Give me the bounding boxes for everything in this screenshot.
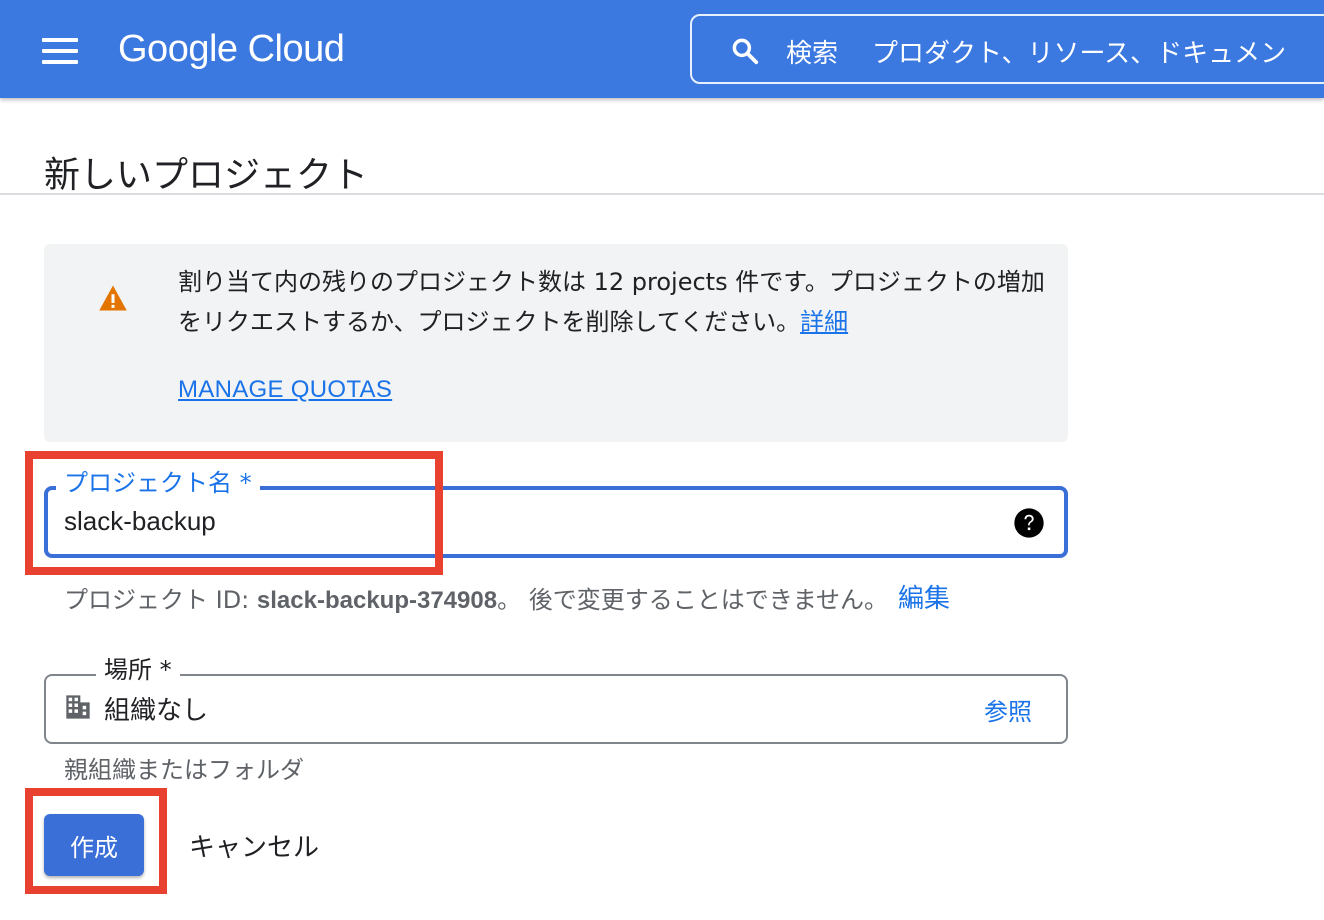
project-id-suffix: 。 後で変更することはできません。 (497, 586, 888, 614)
hamburger-menu-icon[interactable] (42, 38, 78, 64)
top-app-bar: Google Cloud 検索 プロダクト、リソース、ドキュメン (0, 0, 1324, 98)
edit-project-id-link[interactable]: 編集 (898, 578, 950, 615)
page-title: 新しいプロジェクト (44, 155, 369, 197)
project-id-prefix: プロジェクト ID: (64, 586, 257, 614)
project-name-label: プロジェクト名 * (56, 468, 260, 498)
search-bar[interactable]: 検索 プロダクト、リソース、ドキュメン (690, 14, 1324, 84)
details-link[interactable]: 詳細 (800, 308, 848, 336)
search-icon (732, 38, 759, 65)
help-icon[interactable] (1013, 507, 1045, 539)
location-helper-text: 親組織またはフォルダ (64, 756, 304, 784)
browse-location-link[interactable]: 参照 (984, 692, 1032, 727)
cancel-button[interactable]: キャンセル (174, 814, 334, 876)
header-divider (0, 193, 1324, 195)
search-label: 検索 (786, 39, 839, 69)
manage-quotas-link[interactable]: MANAGE QUOTAS (178, 376, 392, 404)
search-placeholder: プロダクト、リソース、ドキュメン (872, 39, 1287, 69)
building-icon (66, 695, 90, 719)
quota-notice: 割り当て内の残りのプロジェクト数は 12 projects 件です。プロジェクト… (44, 244, 1068, 442)
google-cloud-logo[interactable]: Google Cloud (118, 24, 345, 74)
quota-notice-text: 割り当て内の残りのプロジェクト数は 12 projects 件です。プロジェクト… (178, 262, 1058, 342)
warning-icon (99, 285, 127, 311)
project-name-input[interactable]: slack-backup (64, 506, 216, 537)
location-value: 組織なし (104, 696, 209, 726)
project-id-value: slack-backup-374908 (256, 587, 498, 614)
project-id-text: プロジェクト ID: slack-backup-374908。 後で変更すること… (64, 580, 888, 615)
create-button[interactable]: 作成 (44, 814, 144, 876)
location-label: 場所 * (96, 655, 180, 685)
quota-message: 割り当て内の残りのプロジェクト数は 12 projects 件です。プロジェクト… (178, 268, 1045, 336)
